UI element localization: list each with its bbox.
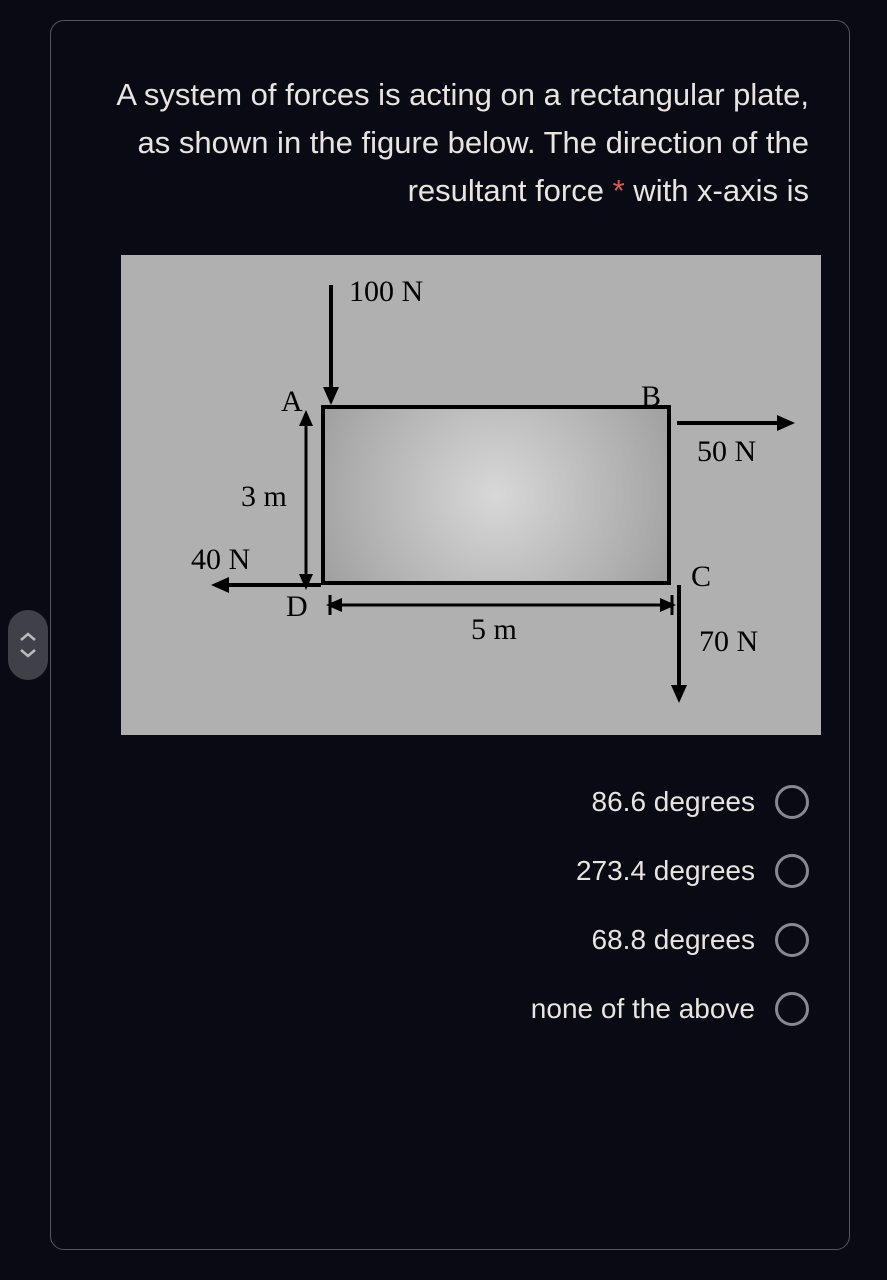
option-1[interactable]: 86.6 degrees xyxy=(91,785,809,819)
option-label: 273.4 degrees xyxy=(576,855,755,887)
dimension-3m-label: 3 m xyxy=(241,480,287,514)
required-asterisk: * xyxy=(613,173,625,208)
radio-icon xyxy=(775,992,809,1026)
option-4[interactable]: none of the above xyxy=(91,992,809,1026)
radio-icon xyxy=(775,923,809,957)
corner-D: D xyxy=(286,590,308,624)
question-text: A system of forces is acting on a rectan… xyxy=(91,71,809,215)
answer-options: 86.6 degrees 273.4 degrees 68.8 degrees … xyxy=(91,785,809,1026)
dimension-5m-label: 5 m xyxy=(471,613,517,647)
force-label-100n: 100 N xyxy=(349,275,423,309)
option-label: none of the above xyxy=(531,993,755,1025)
option-2[interactable]: 273.4 degrees xyxy=(91,854,809,888)
corner-C: C xyxy=(691,560,711,594)
option-label: 86.6 degrees xyxy=(592,786,755,818)
option-3[interactable]: 68.8 degrees xyxy=(91,923,809,957)
dimension-5m-arrows xyxy=(326,595,676,615)
force-diagram: 100 N 50 N 40 N 70 N A B C D 3 m xyxy=(121,255,821,735)
chevron-up-icon xyxy=(19,631,37,643)
corner-B: B xyxy=(641,380,661,414)
force-arrow-100n xyxy=(321,285,351,405)
question-card: A system of forces is acting on a rectan… xyxy=(50,20,850,1250)
force-label-40n: 40 N xyxy=(191,543,250,577)
force-label-70n: 70 N xyxy=(699,625,758,659)
option-label: 68.8 degrees xyxy=(592,924,755,956)
plate-rectangle xyxy=(321,405,671,585)
force-arrow-50n xyxy=(677,413,797,433)
force-label-50n: 50 N xyxy=(697,435,756,469)
dimension-3m-arrows xyxy=(296,410,316,590)
side-tab[interactable] xyxy=(8,610,48,680)
radio-icon xyxy=(775,854,809,888)
chevron-down-icon xyxy=(19,647,37,659)
radio-icon xyxy=(775,785,809,819)
